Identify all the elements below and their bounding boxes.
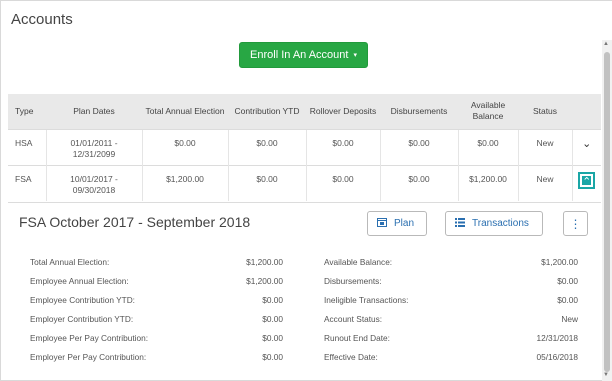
detail-value: $1,200.00 bbox=[541, 257, 578, 267]
detail-label: Employer Contribution YTD: bbox=[30, 314, 134, 324]
account-detail-panel: FSA October 2017 - September 2018 Plan T… bbox=[8, 202, 601, 381]
detail-value: New bbox=[561, 314, 578, 324]
detail-value: 05/16/2018 bbox=[536, 352, 578, 362]
detail-label: Runout End Date: bbox=[324, 333, 390, 343]
enroll-account-button[interactable]: Enroll In An Account ▾ bbox=[239, 42, 368, 68]
scrollbar-thumb[interactable] bbox=[604, 52, 610, 372]
detail-label: Employee Per Pay Contribution: bbox=[30, 333, 149, 343]
accounts-table: Type Plan Dates Total Annual Election Co… bbox=[8, 94, 601, 201]
cell-contribution-ytd: $0.00 bbox=[227, 164, 306, 201]
header-disbursements: Disbursements bbox=[380, 94, 458, 129]
cell-plan-dates: 10/01/2017 - 09/30/2018 bbox=[45, 164, 142, 201]
collapse-chevron-up-icon[interactable]: ⌃ bbox=[578, 171, 596, 189]
list-icon bbox=[455, 217, 465, 230]
detail-value: $1,200.00 bbox=[246, 257, 283, 267]
header-rollover-deposits: Rollover Deposits bbox=[306, 94, 380, 129]
expand-chevron-down-icon[interactable]: ⌄ bbox=[578, 136, 595, 153]
table-row[interactable]: HSA 01/01/2011 - 12/31/2099 $0.00 $0.00 … bbox=[8, 128, 601, 165]
detail-title: FSA October 2017 - September 2018 bbox=[19, 214, 251, 230]
detail-label: Employee Contribution YTD: bbox=[30, 295, 135, 305]
cell-contribution-ytd: $0.00 bbox=[227, 128, 306, 165]
detail-value: $0.00 bbox=[557, 276, 578, 286]
detail-value: $0.00 bbox=[557, 295, 578, 305]
toggle-cell: ⌃ bbox=[571, 164, 601, 201]
cell-available: $0.00 bbox=[457, 128, 518, 165]
enroll-button-label: Enroll In An Account bbox=[250, 49, 349, 61]
table-header-row: Type Plan Dates Total Annual Election Co… bbox=[8, 94, 601, 129]
transactions-button[interactable]: Transactions bbox=[445, 211, 543, 236]
toggle-cell: ⌄ bbox=[571, 128, 601, 165]
header-type: Type bbox=[8, 94, 46, 129]
caret-down-icon: ▾ bbox=[353, 52, 357, 59]
scroll-up-icon[interactable]: ▲ bbox=[603, 41, 609, 47]
cell-total-election: $0.00 bbox=[141, 128, 228, 165]
transactions-button-label: Transactions bbox=[472, 218, 529, 229]
cell-available: $1,200.00 bbox=[457, 164, 518, 201]
detail-value: $0.00 bbox=[262, 295, 283, 305]
header-plan-dates: Plan Dates bbox=[46, 94, 142, 129]
detail-label: Employer Per Pay Contribution: bbox=[30, 352, 147, 362]
header-total-annual-election: Total Annual Election bbox=[142, 94, 228, 129]
cell-plan-dates: 01/01/2011 - 12/31/2099 bbox=[45, 128, 142, 165]
cell-total-election: $1,200.00 bbox=[141, 164, 228, 201]
detail-label: Employee Annual Election: bbox=[30, 276, 129, 286]
cell-rollover: $0.00 bbox=[305, 164, 380, 201]
detail-value: $0.00 bbox=[262, 314, 283, 324]
table-row[interactable]: FSA 10/01/2017 - 09/30/2018 $1,200.00 $0… bbox=[8, 164, 601, 201]
cell-disbursements: $0.00 bbox=[379, 128, 458, 165]
cell-status: New bbox=[517, 128, 572, 165]
page-title: Accounts bbox=[11, 11, 73, 28]
header-contribution-ytd: Contribution YTD bbox=[228, 94, 306, 129]
header-available-balance: Available Balance bbox=[458, 94, 518, 129]
cell-status: New bbox=[517, 164, 572, 201]
cell-type: HSA bbox=[8, 128, 46, 165]
detail-value: $0.00 bbox=[262, 333, 283, 343]
cell-disbursements: $0.00 bbox=[379, 164, 458, 201]
calendar-icon bbox=[377, 217, 387, 230]
cell-type: FSA bbox=[8, 164, 46, 201]
header-toggle bbox=[572, 94, 601, 129]
detail-value: $0.00 bbox=[262, 352, 283, 362]
detail-label: Effective Date: bbox=[324, 352, 378, 362]
detail-value: 12/31/2018 bbox=[536, 333, 578, 343]
detail-label: Available Balance: bbox=[324, 257, 393, 267]
detail-label: Total Annual Election: bbox=[30, 257, 110, 267]
scroll-down-icon[interactable]: ▼ bbox=[603, 372, 609, 378]
detail-label: Ineligible Transactions: bbox=[324, 295, 409, 305]
vertical-ellipsis-icon: ⋮ bbox=[569, 216, 582, 231]
header-status: Status bbox=[518, 94, 572, 129]
detail-label: Disbursements: bbox=[324, 276, 382, 286]
cell-rollover: $0.00 bbox=[305, 128, 380, 165]
plan-button[interactable]: Plan bbox=[367, 211, 427, 236]
detail-value: $1,200.00 bbox=[246, 276, 283, 286]
plan-button-label: Plan bbox=[394, 218, 415, 229]
more-options-button[interactable]: ⋮ bbox=[563, 211, 588, 236]
detail-label: Account Status: bbox=[324, 314, 383, 324]
